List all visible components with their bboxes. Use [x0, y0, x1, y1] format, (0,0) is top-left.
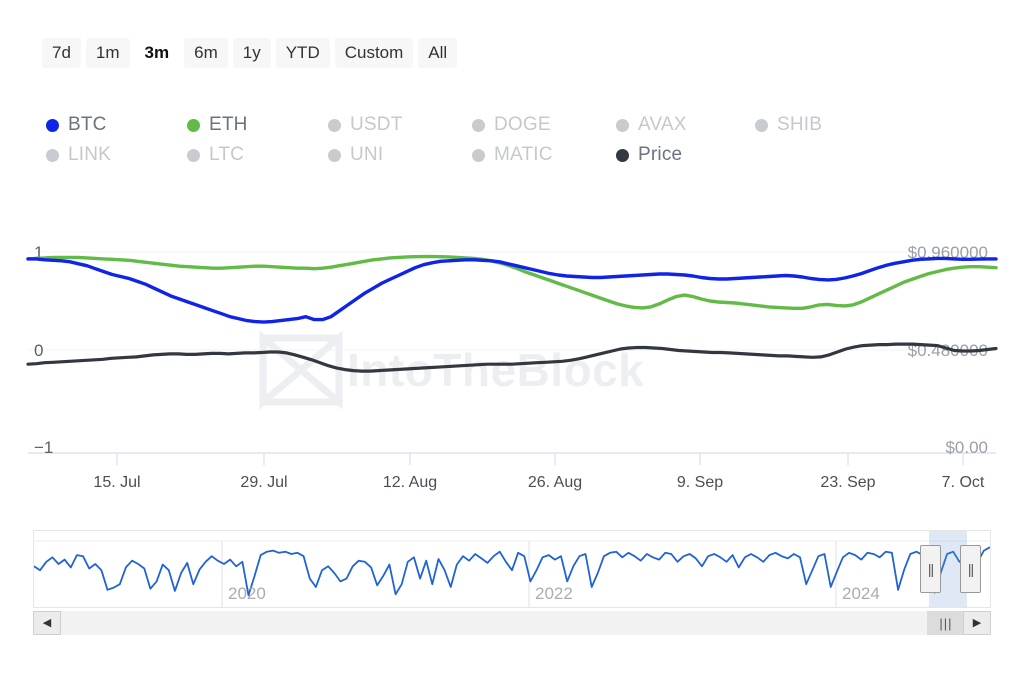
navigator-handle-left[interactable]: || [920, 545, 941, 593]
legend-dot-icon-ltc [187, 148, 200, 162]
legend-item-doge[interactable]: DOGE [472, 114, 616, 136]
legend-dot-icon-link [46, 148, 59, 162]
legend-label-uni: UNI [350, 144, 384, 165]
navigator-year-2022: 2022 [535, 584, 573, 603]
chart-svg: 1 0 −1 $0.960000 $0.480000 $0.00 15. Jul… [26, 243, 998, 491]
horizontal-scrollbar[interactable]: ◀ ||| ▶ [33, 611, 991, 635]
legend-label-link: LINK [68, 144, 112, 165]
y-axis-label-neg1: −1 [34, 438, 53, 457]
range-button-ytd[interactable]: YTD [275, 38, 330, 68]
chart-page: 7d 1m 3m 6m 1y YTD Custom All BTC ETH US… [0, 0, 1024, 683]
legend-label-doge: DOGE [494, 114, 551, 135]
legend-dot-icon-avax [616, 118, 629, 132]
scrollbar-thumb[interactable]: ||| [927, 611, 965, 635]
range-button-1y[interactable]: 1y [232, 38, 271, 68]
scrollbar-track[interactable] [61, 611, 963, 635]
x-axis-tick-label: 12. Aug [383, 474, 437, 491]
legend-item-uni[interactable]: UNI [328, 144, 472, 166]
arrow-right-icon: ▶ [972, 616, 982, 629]
legend-dot-icon-price [616, 148, 629, 162]
scrollbar-grip-icon: ||| [939, 615, 953, 631]
legend-label-price: Price [638, 144, 683, 165]
x-axis-tick-label: 29. Jul [240, 474, 287, 491]
legend-row-1: BTC ETH USDT DOGE AVAX SHIB [46, 110, 906, 140]
x-axis-tick-label: 23. Sep [820, 474, 875, 491]
main-chart: 1 0 −1 $0.960000 $0.480000 $0.00 15. Jul… [0, 225, 1024, 505]
navigator-year-2020: 2020 [228, 584, 266, 603]
legend-dot-icon-uni [328, 148, 341, 162]
legend-label-btc: BTC [68, 114, 107, 135]
scroll-left-button[interactable]: ◀ [33, 611, 61, 635]
legend-item-ltc[interactable]: LTC [187, 144, 328, 166]
x-axis-tick-label: 7. Oct [942, 474, 985, 491]
handle-grip-icon-right: || [967, 561, 974, 577]
legend-label-eth: ETH [209, 114, 248, 135]
legend-item-matic[interactable]: MATIC [472, 144, 616, 166]
legend-item-usdt[interactable]: USDT [328, 114, 472, 136]
legend-dot-icon-doge [472, 118, 485, 132]
scroll-right-button[interactable]: ▶ [963, 611, 991, 635]
legend-dot-icon-eth [187, 118, 200, 132]
legend-item-link[interactable]: LINK [46, 144, 187, 166]
series-line-price [26, 342, 998, 373]
x-axis-tick-label: 15. Jul [93, 474, 140, 491]
range-button-1m[interactable]: 1m [85, 38, 130, 68]
x-axis-ticks: 15. Jul 29. Jul 12. Aug 26. Aug 9. Sep 23. Se… [93, 453, 985, 491]
legend-label-matic: MATIC [494, 144, 553, 165]
range-button-7d[interactable]: 7d [42, 38, 81, 68]
navigator-year-2024: 2024 [842, 584, 880, 603]
legend-item-price[interactable]: Price [616, 144, 682, 166]
legend-dot-icon-btc [46, 118, 59, 132]
x-axis-tick-label: 26. Aug [528, 474, 582, 491]
legend-item-shib[interactable]: SHIB [755, 114, 822, 136]
legend-dot-icon-matic [472, 148, 485, 162]
legend-label-ltc: LTC [209, 144, 245, 165]
y2-axis-label-bottom: $0.00 [945, 438, 988, 457]
legend-label-usdt: USDT [350, 114, 403, 135]
handle-grip-icon-left: || [927, 561, 934, 577]
range-button-6m[interactable]: 6m [184, 38, 228, 68]
series-legend: BTC ETH USDT DOGE AVAX SHIB LINK LTC UNI… [46, 110, 906, 170]
legend-item-eth[interactable]: ETH [187, 114, 328, 136]
x-axis-tick-label: 9. Sep [677, 474, 723, 491]
legend-item-btc[interactable]: BTC [46, 114, 187, 136]
legend-label-shib: SHIB [777, 114, 823, 135]
legend-item-avax[interactable]: AVAX [616, 114, 755, 136]
legend-dot-icon-usdt [328, 118, 341, 132]
range-button-3m[interactable]: 3m [134, 38, 180, 68]
navigator-handle-right[interactable]: || [960, 545, 981, 593]
legend-label-avax: AVAX [638, 114, 687, 135]
navigator-svg: 2020 2022 2024 [34, 540, 990, 607]
range-button-all[interactable]: All [418, 38, 458, 68]
legend-dot-icon-shib [755, 118, 768, 132]
range-navigator[interactable]: 2020 2022 2024 || || [33, 530, 991, 608]
range-button-custom[interactable]: Custom [334, 38, 414, 68]
legend-row-2: LINK LTC UNI MATIC Price [46, 140, 906, 170]
time-range-selector: 7d 1m 3m 6m 1y YTD Custom All [42, 38, 458, 68]
arrow-left-icon: ◀ [42, 616, 52, 629]
y-axis-label-0: 0 [34, 341, 43, 360]
